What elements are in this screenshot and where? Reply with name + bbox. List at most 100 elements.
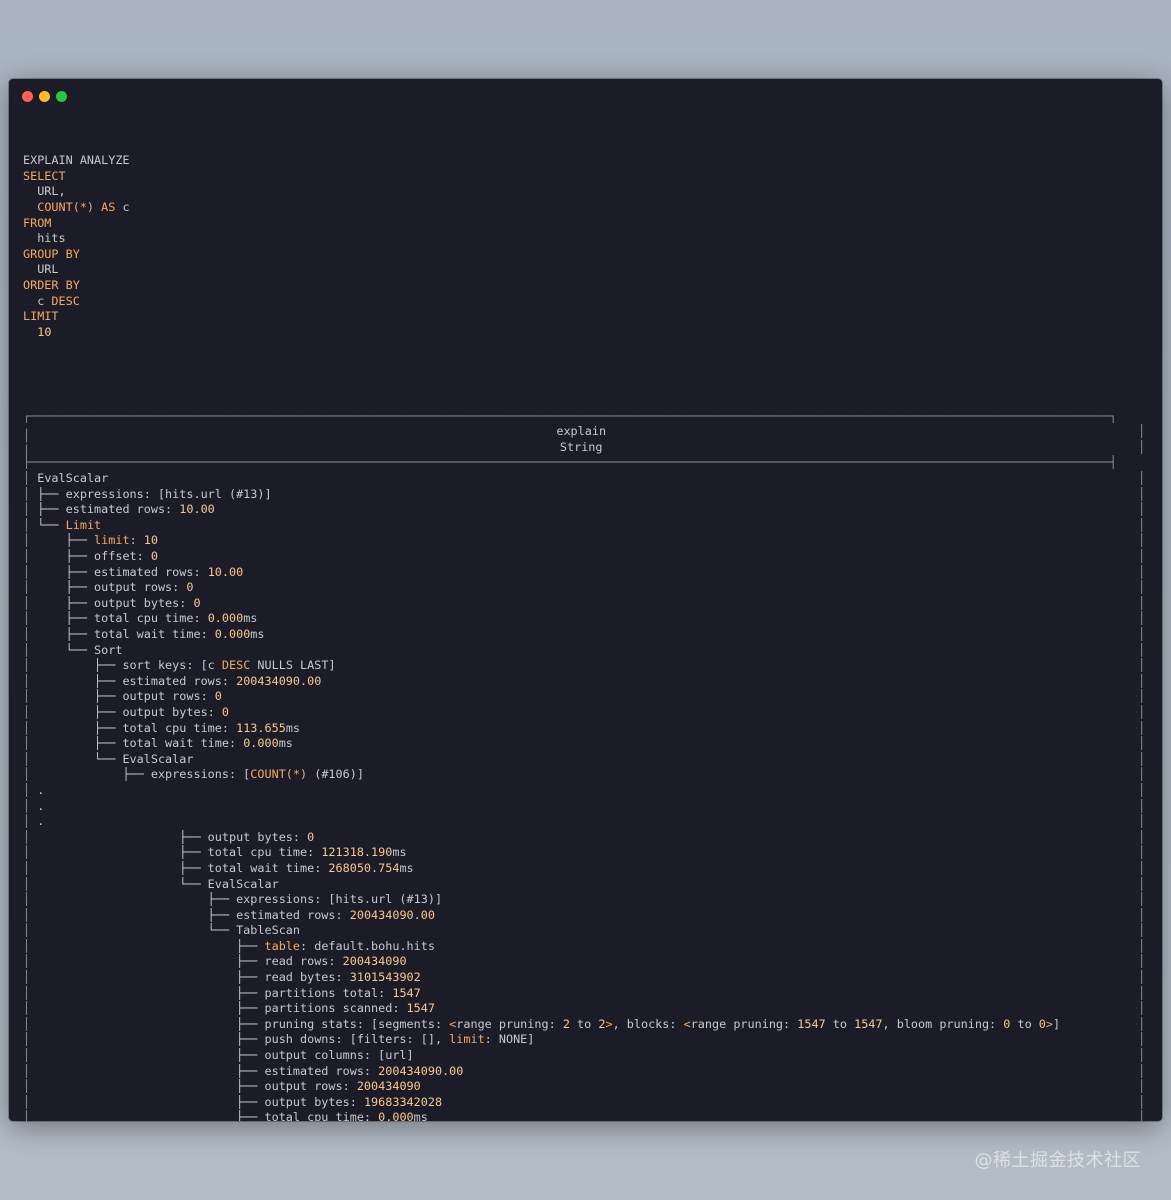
query-line: c DESC xyxy=(23,294,1145,310)
result-line-token: 10.00 xyxy=(207,564,244,579)
result-line-token: ├── partitions scanned: xyxy=(37,1001,407,1016)
table-right-border: │ xyxy=(1138,860,1146,875)
result-line-token: : default.bohu.hits xyxy=(300,938,435,953)
result-line: │ . │ xyxy=(23,799,1145,815)
table-right-border: │ xyxy=(1138,580,1146,595)
result-line-token: │ xyxy=(23,549,38,564)
window-controls xyxy=(22,91,67,102)
query-line-token xyxy=(23,325,37,339)
result-line-token: : NONE] xyxy=(484,1032,535,1047)
result-line: │ ├── expressions: [hits.url (#13)] │ xyxy=(23,892,1145,908)
table-right-border: │ xyxy=(1138,595,1146,610)
result-line-token: 200434090.00 xyxy=(349,907,435,922)
result-line-token: 121318.190 xyxy=(321,845,393,860)
result-line-token: ] xyxy=(1053,1016,1061,1031)
result-line: ├───────────────────────────────────────… xyxy=(23,455,1145,471)
result-line-token: │ xyxy=(23,892,38,907)
result-line: │ └── Limit │ xyxy=(23,518,1145,534)
zoom-window-button[interactable] xyxy=(56,91,67,102)
result-line-token: ms xyxy=(413,1110,428,1121)
query-line-token: c xyxy=(115,199,130,214)
result-line: │ ├── total cpu time: 113.655ms │ xyxy=(23,721,1145,737)
result-line-token: │ xyxy=(23,533,38,548)
table-right-border: │ xyxy=(1138,845,1146,860)
query-line-token: LIMIT xyxy=(23,309,59,324)
close-window-button[interactable] xyxy=(22,91,33,102)
result-line-token: 0 xyxy=(214,689,222,704)
result-line-token: ├── expressions: [hits.url (#13)] xyxy=(37,892,443,907)
result-line-token: └── xyxy=(37,517,66,532)
result-line-token: 0.000 xyxy=(207,611,244,626)
result-line-token: . xyxy=(37,814,45,829)
query-line: SELECT xyxy=(23,169,1145,185)
result-line-token: │ xyxy=(23,720,38,735)
result-line-token: ms xyxy=(243,611,258,626)
result-line-token: │ xyxy=(1138,424,1146,439)
result-line-token: to xyxy=(825,1016,855,1031)
result-line-token: │ xyxy=(23,1032,38,1047)
table-right-border: │ xyxy=(1138,907,1146,922)
result-line-token: (#106)] xyxy=(307,767,364,782)
minimize-window-button[interactable] xyxy=(39,91,50,102)
terminal-output: EXPLAIN ANALYZE SELECT URL, COUNT(*) AS c… xyxy=(23,122,1145,1121)
result-line-token: 0.000 xyxy=(243,736,279,751)
result-line-token: ├── total cpu time: xyxy=(37,720,237,735)
table-right-border: │ xyxy=(1138,502,1146,517)
result-line-token: │ xyxy=(23,704,38,719)
result-line: │ ├── total wait time: 268050.754ms │ xyxy=(23,861,1145,877)
query-line: URL, xyxy=(23,184,1145,200)
query-line-token: URL xyxy=(23,262,59,277)
result-line-token: ms xyxy=(392,845,407,860)
table-right-border: │ xyxy=(1138,517,1146,532)
result-line-token: 200434090.00 xyxy=(236,673,322,688)
result-line: │ ├── expressions: [hits.url (#13)] │ xyxy=(23,487,1145,503)
result-line-token: 1547 xyxy=(854,1016,883,1031)
result-line-token: │ xyxy=(23,1079,38,1094)
table-right-border: │ xyxy=(1138,970,1146,985)
result-line: │ ├── push downs: [filters: [], limit: N… xyxy=(23,1032,1145,1048)
table-right-border: │ xyxy=(1138,1001,1146,1016)
result-line-token: ├── total cpu time: xyxy=(37,845,322,860)
table-right-border: │ xyxy=(1138,736,1146,751)
result-line-token: to xyxy=(1010,1016,1039,1031)
result-line-token: 0 xyxy=(1038,1016,1046,1031)
result-line-token: ├── expressions: [ xyxy=(37,767,251,782)
table-right-border: │ xyxy=(1138,533,1146,548)
result-line-token: 200434090 xyxy=(342,954,407,969)
result-line-token: │ xyxy=(23,1110,38,1121)
table-right-border: │ xyxy=(1138,642,1146,657)
result-line: │ ├── output rows: 0 │ xyxy=(23,689,1145,705)
table-right-border: │ xyxy=(1138,985,1146,1000)
result-line-token: 0 xyxy=(186,580,194,595)
result-line-token: │ xyxy=(23,907,38,922)
result-line: │ ├── partitions total: 1547 │ xyxy=(23,986,1145,1002)
result-line-token: 200434090 xyxy=(356,1079,421,1094)
result-line-token: ├── output bytes: xyxy=(37,595,194,610)
result-line-token: COUNT(*) xyxy=(250,767,308,782)
result-line-token: , blocks: xyxy=(612,1016,684,1031)
table-right-border: │ xyxy=(1138,704,1146,719)
query-line-token: hits xyxy=(23,231,66,246)
result-line-token: │ xyxy=(23,1001,38,1016)
result-line: │ └── Sort │ xyxy=(23,643,1145,659)
result-line-token: ├── output rows: xyxy=(37,580,187,595)
result-line-token: │ xyxy=(23,782,38,797)
result-line: │ ├── output bytes: 0 │ xyxy=(23,705,1145,721)
table-right-border: │ xyxy=(1138,689,1146,704)
result-line-token: ├── offset: xyxy=(37,549,151,564)
query-line-token: c xyxy=(23,293,52,308)
table-right-border: │ xyxy=(1138,1094,1146,1109)
result-line-token: ┌───────────────────────────────────────… xyxy=(23,408,1117,423)
result-line: │ ├── table: default.bohu.hits │ xyxy=(23,939,1145,955)
table-right-border: │ xyxy=(1138,1016,1146,1031)
result-line-token: ├── partitions total: xyxy=(37,985,393,1000)
result-line: │ ├── total cpu time: 121318.190ms │ xyxy=(23,845,1145,861)
query-line-token: FROM xyxy=(23,215,52,230)
result-line: │ ├── estimated rows: 200434090.00 │ xyxy=(23,674,1145,690)
result-line-token: ├── total wait time: xyxy=(37,627,215,641)
result-line-token: │ xyxy=(23,938,38,953)
result-line: │ └── TableScan │ xyxy=(23,923,1145,939)
result-line-token: 0.000 xyxy=(214,627,251,641)
result-line: │ ├── estimated rows: 200434090.00 │ xyxy=(23,908,1145,924)
result-line: │ ├── estimated rows: 10.00 │ xyxy=(23,502,1145,518)
